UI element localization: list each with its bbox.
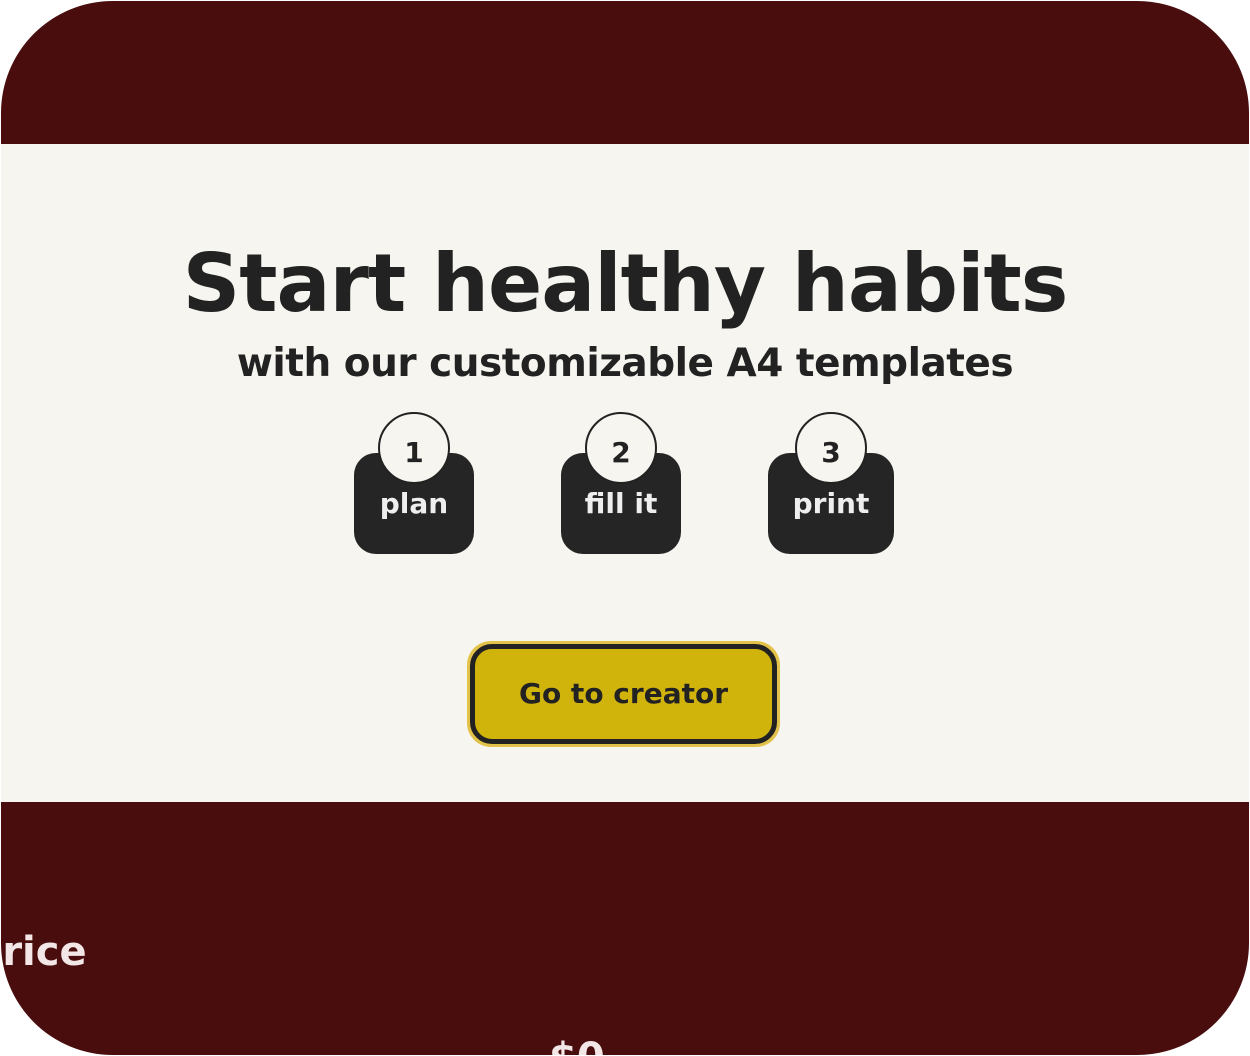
step-label: fill it: [584, 487, 658, 520]
price-heading: Price: [1, 929, 87, 975]
step-number-badge: 1: [378, 412, 450, 484]
go-to-creator-button[interactable]: Go to creator: [467, 641, 780, 747]
step-label: print: [792, 487, 870, 520]
hero-subtitle: with our customizable A4 templates: [236, 341, 1014, 386]
price-value: $0: [549, 1033, 605, 1055]
step-number-badge: 3: [795, 412, 867, 484]
hero-title: Start healthy habits: [182, 237, 1069, 330]
step-print: 3 print: [768, 412, 894, 554]
step-plan: 1 plan: [354, 412, 474, 554]
step-label: plan: [379, 487, 449, 520]
go-to-creator-label[interactable]: Go to creator: [470, 644, 777, 744]
step-number-badge: 2: [585, 412, 657, 484]
page-frame: Start healthy habits with our customizab…: [1, 1, 1249, 1055]
step-fill-it: 2 fill it: [561, 412, 681, 554]
